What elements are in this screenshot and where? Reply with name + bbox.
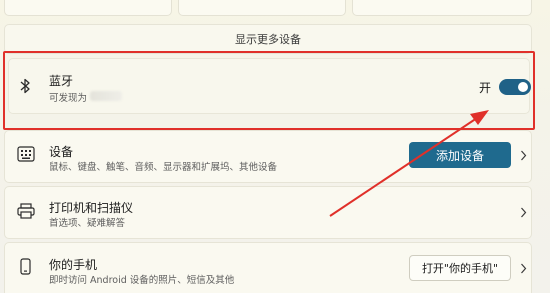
annotation-arrow xyxy=(329,110,489,217)
